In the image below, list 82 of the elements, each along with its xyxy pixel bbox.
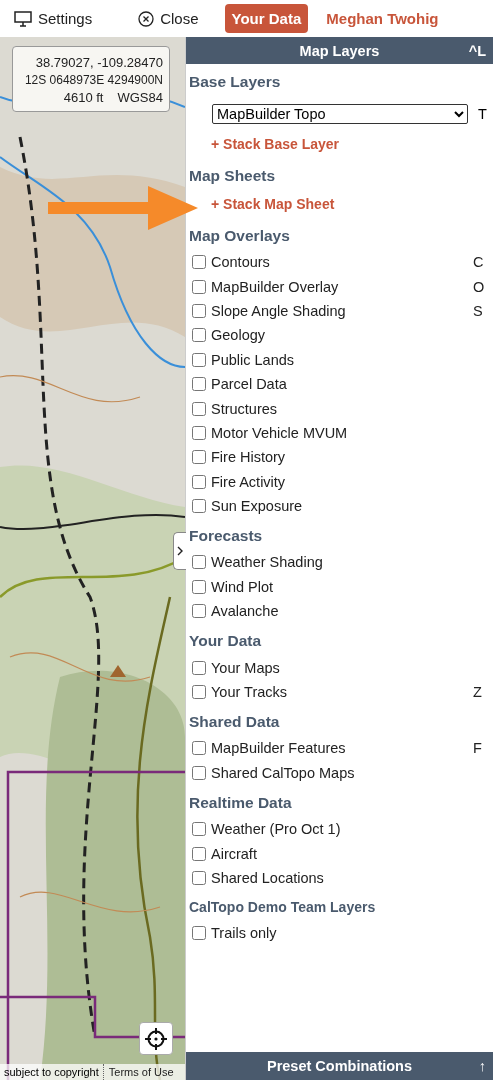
crosshair-icon <box>144 1026 168 1051</box>
layer-checkbox[interactable] <box>192 303 206 318</box>
layer-label: Aircraft <box>211 845 258 862</box>
layer-label: Wind Plot <box>211 578 275 595</box>
presets-bar[interactable]: Preset Combinations ↑ <box>186 1052 493 1080</box>
layer-label: Public Lands <box>211 351 296 368</box>
close-icon <box>138 10 155 27</box>
section-title: Forecasts <box>189 527 264 546</box>
layer-checkbox[interactable] <box>192 822 206 837</box>
layer-label: Sun Exposure <box>211 498 304 515</box>
shortcut-key: Z <box>473 684 491 701</box>
layer-checkbox[interactable] <box>192 499 206 514</box>
coordinate-text: 12S 0648973E 4294900N <box>24 73 163 87</box>
monitor-icon <box>14 10 32 27</box>
section-title: Map Overlays <box>189 227 291 245</box>
layer-label: Shared Locations <box>211 870 325 886</box>
layer-label: Weather Shading <box>211 554 324 571</box>
layer-checkbox[interactable] <box>192 846 206 861</box>
layer-checkbox[interactable] <box>192 765 206 780</box>
arrow-glyph: ↑ <box>478 1058 486 1074</box>
presets-title: Preset Combinations <box>267 1058 412 1074</box>
layer-checkbox[interactable] <box>192 926 206 941</box>
layer-label: Weather (Pro Oct 1) <box>211 821 342 838</box>
layer-label: Parcel Data <box>211 376 288 393</box>
layer-checkbox[interactable] <box>192 352 206 367</box>
panel-title: Map Layers <box>299 42 380 59</box>
layer-label: Your Maps <box>211 659 281 676</box>
layer-checkbox[interactable] <box>192 741 206 756</box>
coordinate-text: 38.79027, -109.28470 <box>35 55 163 70</box>
section-title: Your Data <box>189 632 263 651</box>
layer-label: Shared CalTopo Maps <box>211 764 356 781</box>
stack-link[interactable]: + Stack Map Sheet <box>211 196 335 212</box>
elevation-text: 4610 ft <box>63 90 104 105</box>
user-link[interactable]: Meghan Twohig <box>326 10 439 27</box>
layer-label: Geology <box>211 327 266 344</box>
collapse-handle[interactable] <box>173 532 186 570</box>
layer-label: MapBuilder Overlay <box>211 278 340 295</box>
layer-checkbox[interactable] <box>192 555 206 570</box>
layer-label: Avalanche <box>211 603 280 620</box>
shortcut-key: S <box>473 302 491 319</box>
layer-label: Fire History <box>211 449 287 466</box>
layer-checkbox[interactable] <box>192 401 206 416</box>
your-data-button[interactable]: Your Data <box>224 4 309 33</box>
layer-checkbox[interactable] <box>192 328 206 343</box>
close-button[interactable]: Close <box>130 10 207 27</box>
layer-label: Structures <box>211 400 279 417</box>
shortcut-key: O <box>473 278 491 295</box>
attribution-text: subject to copyright <box>3 1065 100 1080</box>
section-title: CalTopo Demo Team Layers <box>189 899 377 916</box>
datum-text: WGS84 <box>117 90 163 105</box>
layer-label: Contours <box>211 254 271 271</box>
settings-button[interactable]: Settings <box>6 10 101 27</box>
layer-checkbox[interactable] <box>192 871 206 885</box>
layer-checkbox[interactable] <box>192 685 206 700</box>
stack-link[interactable]: + Stack Base Layer <box>211 136 340 152</box>
layer-checkbox[interactable] <box>192 660 206 675</box>
shortcut-key: T <box>478 106 487 122</box>
layer-checkbox[interactable] <box>192 579 206 594</box>
section-title: Realtime Data <box>189 794 293 813</box>
layer-checkbox[interactable] <box>192 255 206 270</box>
layer-label: Fire Activity <box>211 473 287 490</box>
layer-checkbox[interactable] <box>192 474 206 489</box>
layer-label: Motor Vehicle MVUM <box>211 424 349 441</box>
layer-label: Trails only <box>211 925 278 942</box>
layer-label: Your Tracks <box>211 684 289 701</box>
layer-checkbox[interactable] <box>192 279 206 294</box>
terms-link[interactable]: Terms of Use <box>102 1064 179 1080</box>
layer-checkbox[interactable] <box>192 377 206 392</box>
section-title: Shared Data <box>189 713 281 732</box>
layer-checkbox[interactable] <box>192 425 206 440</box>
base-layer-select[interactable]: MapBuilder Topo <box>212 104 468 124</box>
layer-checkbox[interactable] <box>192 604 206 619</box>
section-title: Map Sheets <box>189 167 277 185</box>
locate-button[interactable] <box>139 1022 173 1055</box>
shortcut-key: C <box>473 254 491 271</box>
chevron-icon <box>177 546 183 556</box>
shortcut-key: ^L <box>468 42 486 59</box>
layer-checkbox[interactable] <box>192 450 206 465</box>
layer-label: MapBuilder Features <box>211 740 347 757</box>
layer-label: Slope Angle Shading <box>211 302 347 319</box>
section-title: Base Layers <box>189 73 282 91</box>
shortcut-key: F <box>473 740 491 757</box>
